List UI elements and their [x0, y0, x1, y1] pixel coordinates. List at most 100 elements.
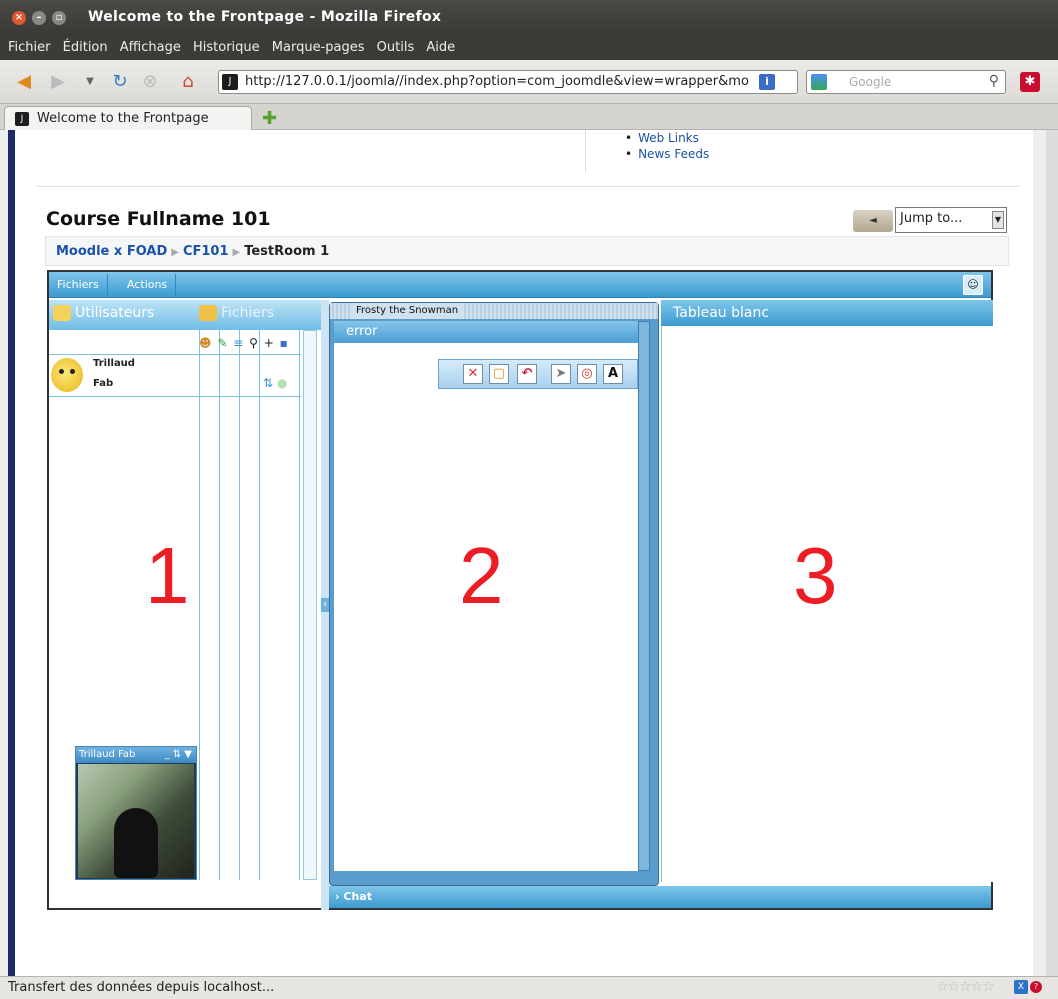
song-window-titlebar[interactable]: Frosty the Snowman [330, 303, 658, 319]
menu-historique[interactable]: Historique [193, 36, 260, 60]
collapse-arrow-icon[interactable]: ‹ [321, 598, 329, 612]
breadcrumb: Moodle x FOAD ▶ CF101 ▶ TestRoom 1 [45, 236, 1009, 266]
menu-edition[interactable]: Édition [63, 36, 108, 60]
app-top-bar: Fichiers Actions ☺ [49, 272, 991, 298]
url-bar[interactable]: J http://127.0.0.1/joomla//index.php?opt… [218, 70, 798, 94]
add-icon[interactable]: + [264, 336, 275, 350]
search-bar[interactable]: Google ⚲ [806, 70, 1006, 94]
delete-icon[interactable]: ✕ [463, 364, 483, 384]
breadcrumb-separator-icon: ▶ [171, 247, 179, 258]
users-icon[interactable]: ☻ [199, 336, 213, 350]
webcam-window[interactable]: Trillaud Fab _ ⇅ ▼ [75, 746, 197, 880]
tab-fichiers-label: Fichiers [221, 305, 275, 321]
search-engine-icon[interactable] [811, 74, 827, 90]
folder-icon [199, 305, 217, 321]
panel1-header: Utilisateurs Fichiers [49, 300, 321, 330]
search-placeholder[interactable]: Google [849, 75, 891, 89]
tab-fichiers-panel[interactable]: Fichiers [199, 305, 274, 321]
menu-aide[interactable]: Aide [426, 36, 455, 60]
grid-line [49, 354, 301, 355]
tab-utilisateurs[interactable]: Utilisateurs [53, 305, 154, 321]
tab-utilisateurs-label: Utilisateurs [75, 305, 155, 321]
window-titlebar: × – ▫ Welcome to the Frontpage - Mozilla… [0, 0, 1058, 36]
user-permission-icons: ☻ ✎ ≡ ⚲ + ▪ [199, 336, 289, 350]
history-dropdown-icon[interactable]: ▼ [80, 72, 100, 92]
breadcrumb-current: TestRoom 1 [244, 244, 330, 259]
song-window-title: Frosty the Snowman [352, 303, 463, 319]
users-icon[interactable]: ☺ [963, 275, 983, 295]
grid-line [259, 330, 260, 880]
menu-marque-pages[interactable]: Marque-pages [272, 36, 365, 60]
page-scrollbar[interactable] [1046, 130, 1058, 976]
webcam-controls-icon[interactable]: _ ⇅ ▼ [165, 747, 192, 763]
avatar [51, 358, 83, 392]
user-first-name[interactable]: Trillaud [93, 358, 135, 369]
home-icon[interactable]: ⌂ [178, 72, 198, 92]
user-last-name[interactable]: Fab [93, 378, 113, 389]
pointer-icon[interactable]: ➤ [551, 364, 571, 384]
select-icon[interactable]: ◎ [577, 364, 597, 384]
chat-bar[interactable]: › Chat [329, 886, 991, 908]
addon-icon[interactable]: ✱ [1020, 72, 1040, 92]
menu-affichage[interactable]: Affichage [120, 36, 181, 60]
url-text[interactable]: http://127.0.0.1/joomla//index.php?optio… [245, 74, 749, 89]
menu-outils[interactable]: Outils [377, 36, 415, 60]
panel-number-1: 1 [145, 531, 190, 620]
tab-favicon-icon: J [15, 112, 29, 126]
tab-fichiers[interactable]: Fichiers [49, 274, 108, 296]
stop-icon[interactable]: ⊗ [140, 72, 160, 92]
minimize-window-icon[interactable]: – [32, 11, 46, 25]
webcam-video [78, 764, 194, 878]
list-icon[interactable]: ≡ [233, 336, 244, 350]
window-title: Welcome to the Frontpage - Mozilla Firef… [88, 9, 442, 25]
back-icon[interactable]: ◀ [14, 72, 34, 92]
chat-label: Chat [343, 890, 372, 903]
undo-icon[interactable]: ↶ [517, 364, 537, 384]
grid-line [199, 330, 200, 880]
sync-icon[interactable]: ⇅ [263, 376, 273, 390]
webcam-title: Trillaud Fab _ ⇅ ▼ [76, 747, 196, 763]
addon-status-icon[interactable]: X [1014, 980, 1028, 994]
page-content: Web Links News Feeds Course Fullname 101… [0, 130, 1058, 976]
webcam-label: Trillaud Fab [79, 749, 136, 760]
status-text: Transfert des données depuis localhost..… [8, 980, 275, 995]
rating-stars-icon[interactable]: ☆☆☆☆☆ [936, 979, 995, 995]
new-page-icon[interactable]: ▢ [489, 364, 509, 384]
breadcrumb-moodle[interactable]: Moodle x FOAD [56, 244, 167, 259]
new-tab-icon[interactable]: ✚ [262, 108, 277, 129]
help-icon[interactable]: ? [1030, 981, 1042, 993]
page-title: Course Fullname 101 [46, 208, 271, 230]
screen-icon[interactable]: ▪ [280, 336, 289, 350]
site-favicon-icon: J [222, 74, 238, 90]
page-body: Web Links News Feeds Course Fullname 101… [15, 130, 1033, 976]
jump-back-button[interactable]: ◄ [853, 210, 893, 232]
forward-icon[interactable]: ▶ [48, 72, 68, 92]
microphone-icon[interactable]: ⚲ [249, 336, 259, 350]
link-news-feeds[interactable]: News Feeds [625, 146, 709, 162]
search-icon[interactable]: ⚲ [989, 73, 999, 89]
chevron-down-icon[interactable]: ▼ [992, 211, 1004, 229]
divider [585, 130, 586, 172]
site-info-icon[interactable]: i [759, 74, 775, 90]
link-web-links[interactable]: Web Links [625, 130, 709, 146]
menu-fichier[interactable]: Fichier [8, 36, 51, 60]
tab-actions[interactable]: Actions [119, 274, 177, 296]
tab-welcome[interactable]: J Welcome to the Frontpage [4, 106, 252, 130]
breadcrumb-cf101[interactable]: CF101 [183, 244, 229, 259]
text-icon[interactable]: A [603, 364, 623, 384]
users-icon [53, 305, 71, 321]
reload-icon[interactable]: ↻ [110, 72, 130, 92]
close-window-icon[interactable]: × [12, 11, 26, 25]
maximize-window-icon[interactable]: ▫ [52, 11, 66, 25]
pencil-icon[interactable]: ✎ [217, 336, 228, 350]
jump-to-select[interactable]: Jump to... ▼ [895, 207, 1007, 233]
panel2-scrollbar[interactable] [638, 321, 650, 871]
status-dot-icon: ● [276, 376, 288, 390]
user-status-icons: ⇅ ● [263, 376, 287, 390]
jump-to-label: Jump to... [900, 211, 963, 226]
breadcrumb-separator-icon: ▶ [232, 247, 241, 258]
whiteboard-toolbar: ✕ ▢ ↶ ➤ ◎ A [438, 359, 638, 389]
user-list-scrollbar[interactable] [303, 330, 317, 880]
classroom-app: Fichiers Actions ☺ Utilisateurs Fichiers… [47, 270, 993, 910]
tab-bar: J Welcome to the Frontpage ✚ [0, 104, 1058, 130]
